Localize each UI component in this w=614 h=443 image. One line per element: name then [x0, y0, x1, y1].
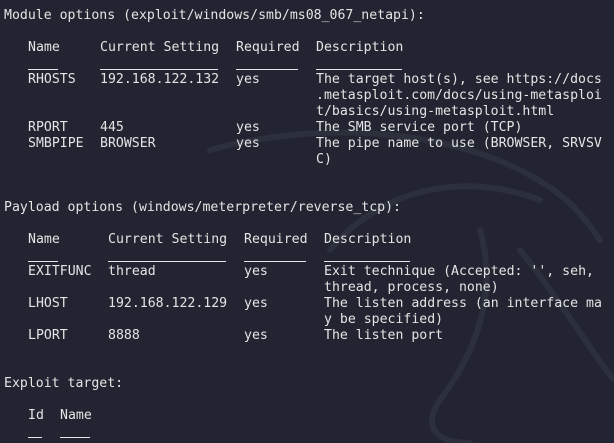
- option-required: yes: [244, 296, 268, 311]
- option-description: The target host(s), see https://docs: [316, 72, 602, 87]
- column-header: Description: [324, 232, 412, 247]
- option-description: t/basics/using-metasploit.html: [316, 104, 555, 119]
- column-header: Required: [244, 232, 308, 247]
- column-header: Current Setting: [108, 232, 228, 247]
- column-underline: [100, 69, 218, 70]
- exploit-target-heading: Exploit target:: [4, 376, 124, 391]
- option-setting: thread: [108, 264, 156, 279]
- column-underline: [28, 261, 58, 262]
- option-required: yes: [236, 120, 260, 135]
- column-underline: [28, 437, 42, 438]
- option-name: LHOST: [28, 296, 68, 311]
- option-description: thread, process, none): [324, 280, 499, 295]
- option-required: yes: [244, 328, 268, 343]
- option-description: The pipe name to use (BROWSER, SRVSV: [316, 136, 602, 151]
- column-header: Id: [28, 408, 44, 423]
- option-name: SMBPIPE: [28, 136, 84, 151]
- option-description: .metasploit.com/docs/using-metasploi: [316, 88, 602, 103]
- option-description: The SMB service port (TCP): [316, 120, 523, 135]
- option-required: yes: [236, 72, 260, 87]
- option-description: y be specified): [324, 312, 444, 327]
- option-setting: 445: [100, 120, 124, 135]
- column-header: Name: [60, 408, 92, 423]
- option-name: LPORT: [28, 328, 68, 343]
- column-underline: [108, 261, 226, 262]
- column-header: Name: [28, 40, 60, 55]
- column-header: Required: [236, 40, 300, 55]
- option-required: yes: [236, 136, 260, 151]
- option-name: RPORT: [28, 120, 68, 135]
- column-underline: [324, 261, 410, 262]
- option-required: yes: [244, 264, 268, 279]
- option-name: EXITFUNC: [28, 264, 92, 279]
- column-header: Current Setting: [100, 40, 220, 55]
- option-description: C): [316, 152, 332, 167]
- column-underline: [244, 261, 306, 262]
- module-options-heading: Module options (exploit/windows/smb/ms08…: [4, 8, 425, 23]
- column-header: Description: [316, 40, 404, 55]
- option-description: Exit technique (Accepted: '', seh,: [324, 264, 594, 279]
- column-underline: [28, 69, 58, 70]
- column-header: Name: [28, 232, 60, 247]
- column-underline: [236, 69, 298, 70]
- option-description: The listen address (an interface ma: [324, 296, 602, 311]
- option-setting: 8888: [108, 328, 140, 343]
- payload-options-heading: Payload options (windows/meterpreter/rev…: [4, 200, 401, 215]
- column-underline: [60, 437, 90, 438]
- option-name: RHOSTS: [28, 72, 76, 87]
- column-underline: [316, 69, 402, 70]
- option-description: The listen port: [324, 328, 444, 343]
- option-setting: 192.168.122.129: [108, 296, 228, 311]
- option-setting: 192.168.122.132: [100, 72, 220, 87]
- option-setting: BROWSER: [100, 136, 156, 151]
